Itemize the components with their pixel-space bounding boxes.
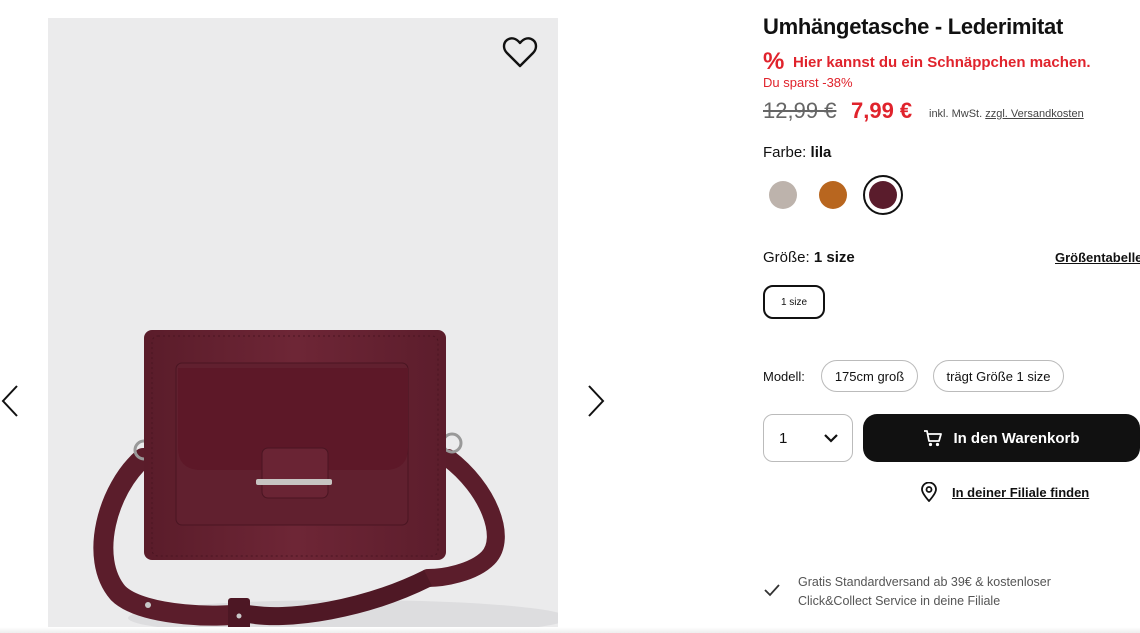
quantity-select[interactable]: 1 [763, 414, 853, 462]
model-label: Modell: [763, 369, 805, 384]
size-label-text: Größe: [763, 249, 810, 266]
shipping-info-text: Gratis Standardversand ab 39€ & kostenlo… [798, 575, 1051, 608]
size-option-button[interactable]: 1 size [763, 285, 825, 319]
quantity-value: 1 [779, 430, 788, 447]
chevron-down-icon [824, 434, 838, 443]
deal-text: Hier kannst du ein Schnäppchen machen. [793, 54, 1091, 71]
heart-icon[interactable] [501, 36, 539, 70]
tax-note: inkl. MwSt. zzgl. Versandkosten [929, 108, 1084, 120]
size-label: Größe: 1 size [763, 249, 855, 266]
color-swatch-lila-fill [869, 181, 897, 209]
color-swatch-lila[interactable] [863, 175, 903, 215]
shipping-costs-link[interactable]: zzgl. Versandkosten [985, 108, 1083, 120]
product-image-gallery [48, 18, 558, 633]
model-height-pill: 175cm groß [821, 360, 918, 392]
check-icon [764, 584, 780, 597]
chevron-left-icon[interactable] [0, 383, 22, 419]
color-label-text: Farbe: [763, 144, 807, 161]
old-price: 12,99 € [763, 98, 837, 123]
chevron-right-icon[interactable] [584, 383, 606, 419]
selected-color: lila [810, 144, 832, 161]
percent-icon: % [763, 48, 785, 75]
color-swatch-taupe[interactable] [769, 181, 797, 209]
selected-size: 1 size [813, 249, 855, 266]
sale-price: 7,99 € [851, 98, 913, 123]
cart-icon [924, 430, 943, 447]
color-swatch-cognac[interactable] [819, 181, 847, 209]
model-size-pill: trägt Größe 1 size [933, 360, 1064, 392]
product-title: Umhängetasche - Lederimitat [763, 14, 1063, 39]
add-to-cart-button[interactable]: In den Warenkorb [863, 414, 1140, 462]
tax-note-text: inkl. MwSt. [929, 108, 983, 120]
find-in-store-link[interactable]: In deiner Filiale finden [920, 482, 1089, 502]
find-in-store-label: In deiner Filiale finden [952, 484, 1090, 500]
savings-text: Du sparst -38% [763, 75, 853, 90]
location-pin-icon [921, 482, 937, 502]
product-image [93, 330, 558, 633]
add-to-cart-label: In den Warenkorb [953, 429, 1080, 447]
bottom-divider [0, 627, 1140, 633]
size-table-link[interactable]: Größentabelle [1055, 250, 1140, 265]
color-label: Farbe: lila [763, 144, 831, 161]
